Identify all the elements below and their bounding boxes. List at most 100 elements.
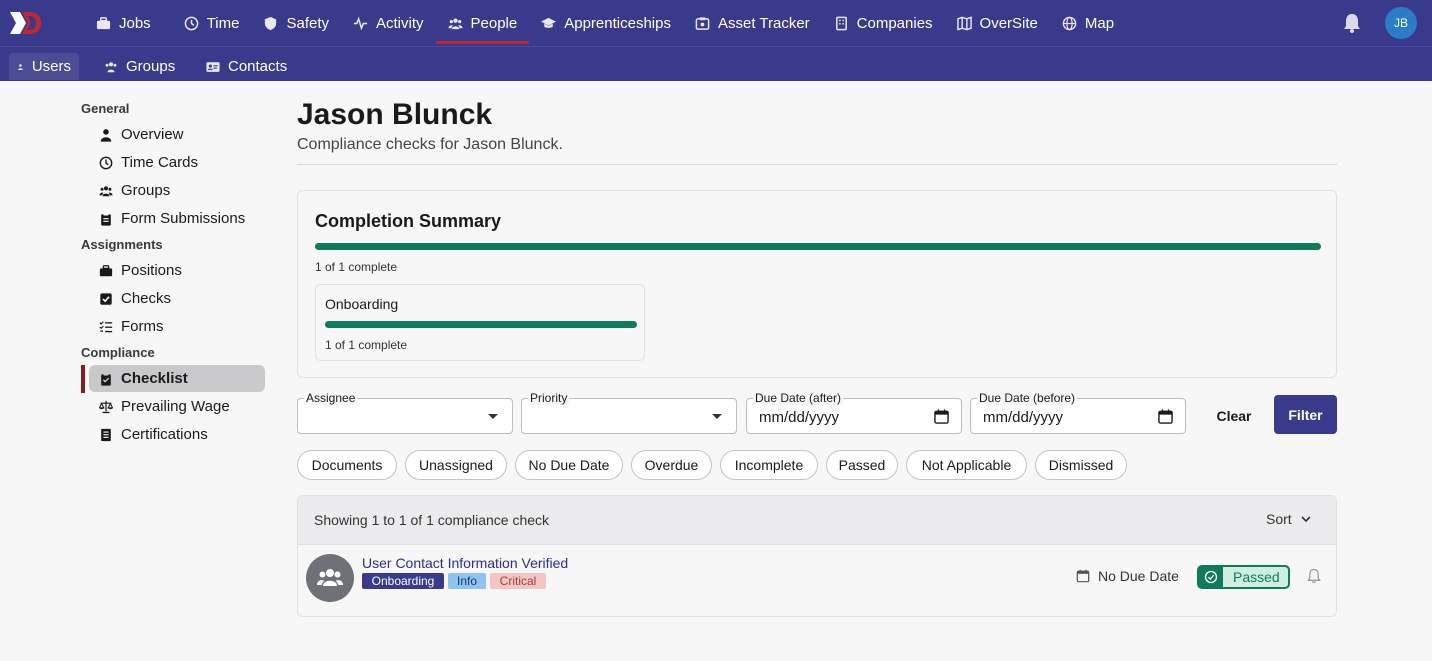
clear-filters-button[interactable]: Clear	[1204, 398, 1264, 434]
nav-companies[interactable]: Companies	[822, 0, 945, 46]
nav-activity-label: Activity	[376, 14, 424, 32]
sidebar-item-label: Form Submissions	[121, 210, 246, 227]
sidebar-item-label: Time Cards	[121, 154, 198, 171]
due-date-after-input[interactable]: Due Date (after) mm/dd/yyyy	[746, 391, 962, 434]
subnav-contacts[interactable]: Contacts	[198, 53, 295, 80]
chip-documents[interactable]: Documents	[297, 450, 397, 480]
briefcase-icon	[96, 16, 111, 29]
due-date-before-input[interactable]: Due Date (before) mm/dd/yyyy	[970, 391, 1186, 434]
nav-companies-label: Companies	[856, 14, 933, 32]
user-avatar[interactable]: JB	[1385, 7, 1417, 39]
sidebar-item-certifications[interactable]: Certifications	[89, 421, 265, 448]
assignee-select[interactable]: Assignee	[297, 391, 513, 434]
tag-info: Info	[448, 573, 486, 589]
apply-filter-button[interactable]: Filter	[1274, 395, 1337, 434]
sidebar-item-label: Positions	[121, 262, 182, 279]
chip-not-applicable[interactable]: Not Applicable	[906, 450, 1027, 480]
due-date-text: No Due Date	[1098, 568, 1179, 584]
page-subtitle: Compliance checks for Jason Blunck.	[297, 136, 563, 153]
chevron-down-icon	[1301, 516, 1311, 523]
header-divider	[297, 164, 1337, 165]
nav-apprenticeships[interactable]: Apprenticeships	[529, 0, 683, 46]
nav-jobs-label: Jobs	[119, 14, 151, 32]
building-icon	[835, 16, 847, 30]
sidebar-item-prevailing-wage[interactable]: Prevailing Wage	[89, 393, 265, 420]
sidebar-item-checklist[interactable]: Checklist	[89, 365, 265, 392]
chip-passed[interactable]: Passed	[826, 450, 898, 480]
sidebar-item-overview[interactable]: Overview	[89, 121, 265, 148]
notifications-bell-icon[interactable]	[1341, 12, 1363, 34]
calendar-icon[interactable]	[1158, 409, 1173, 424]
nav-asset-tracker[interactable]: Asset Tracker	[683, 0, 822, 46]
map-book-icon	[956, 15, 972, 31]
sidebar-active-indicator	[81, 365, 85, 393]
sidebar-heading-compliance: Compliance	[81, 345, 155, 360]
chip-dismissed[interactable]: Dismissed	[1035, 450, 1127, 480]
nav-jobs[interactable]: Jobs	[84, 0, 163, 46]
sort-button[interactable]: Sort	[1266, 511, 1312, 527]
sidebar-item-form-submissions[interactable]: Form Submissions	[89, 205, 265, 232]
nav-activity[interactable]: Activity	[341, 0, 436, 46]
tag-onboarding: Onboarding	[362, 573, 444, 589]
group-icon	[105, 61, 117, 72]
nav-apprenticeships-label: Apprenticeships	[564, 14, 671, 32]
summary-title: Completion Summary	[315, 211, 502, 231]
scale-icon	[99, 400, 113, 413]
nav-people[interactable]: People	[435, 0, 530, 46]
calendar-icon[interactable]	[934, 409, 949, 424]
activity-icon	[353, 16, 368, 30]
main-nav: Jobs Time Safety Activity People Apprent…	[84, 0, 1126, 46]
check-circle-icon	[1204, 570, 1218, 584]
chip-no-due-date[interactable]: No Due Date	[515, 450, 623, 480]
nav-oversite-label: OverSite	[979, 14, 1038, 32]
compliance-results-list: Showing 1 to 1 of 1 compliance check Sor…	[297, 495, 1337, 617]
user-avatar-initials: JB	[1393, 16, 1408, 30]
check-title-link[interactable]: User Contact Information Verified	[362, 555, 568, 571]
checkbox-icon	[100, 292, 112, 305]
nav-safety[interactable]: Safety	[251, 0, 341, 46]
nav-map[interactable]: Map	[1050, 0, 1126, 46]
sidebar-item-label: Groups	[121, 182, 171, 199]
priority-select[interactable]: Priority	[521, 391, 737, 434]
chip-unassigned[interactable]: Unassigned	[405, 450, 507, 480]
group-icon	[99, 185, 113, 196]
status-label: Passed	[1233, 569, 1280, 585]
clipboard-icon	[101, 212, 111, 226]
sidebar-item-forms[interactable]: Forms	[89, 313, 265, 340]
contact-card-icon	[206, 61, 220, 72]
sub-navigation: Users Groups Contacts	[0, 46, 1432, 81]
sidebar-item-time-cards[interactable]: Time Cards	[89, 149, 265, 176]
tag-critical: Critical	[490, 573, 546, 589]
nav-time[interactable]: Time	[172, 0, 252, 46]
group-progress-bar	[325, 321, 637, 328]
chip-overdue[interactable]: Overdue	[631, 450, 712, 480]
clock-icon	[99, 156, 113, 169]
nav-safety-label: Safety	[286, 14, 329, 32]
sidebar-item-label: Checklist	[121, 370, 188, 387]
group-icon	[317, 569, 343, 586]
subnav-groups-label: Groups	[126, 58, 176, 75]
chip-incomplete[interactable]: Incomplete	[720, 450, 818, 480]
asset-icon	[695, 16, 710, 30]
document-icon	[101, 428, 111, 441]
bell-icon[interactable]	[1306, 568, 1322, 584]
subnav-contacts-label: Contacts	[228, 58, 288, 75]
user-icon	[18, 63, 23, 70]
sidebar-item-label: Overview	[121, 126, 184, 143]
sidebar-item-label: Certifications	[121, 426, 208, 443]
sidebar-item-positions[interactable]: Positions	[89, 257, 265, 284]
sidebar-item-groups[interactable]: Groups	[89, 177, 265, 204]
sidebar-item-checks[interactable]: Checks	[89, 285, 265, 312]
caret-down-icon	[712, 414, 722, 419]
subnav-users[interactable]: Users	[9, 53, 79, 80]
nav-oversite[interactable]: OverSite	[945, 0, 1050, 46]
group-progress-count: 1 of 1 complete	[325, 338, 408, 352]
nav-people-label: People	[470, 14, 518, 32]
subnav-groups[interactable]: Groups	[96, 53, 183, 80]
clipboard-check-icon	[101, 372, 111, 386]
due-date-after-placeholder: mm/dd/yyyy	[759, 409, 840, 426]
status-passed-button[interactable]: Passed	[1197, 565, 1290, 589]
caret-down-icon	[488, 414, 498, 419]
app-logo[interactable]	[8, 10, 42, 36]
graduation-cap-icon	[541, 17, 557, 28]
